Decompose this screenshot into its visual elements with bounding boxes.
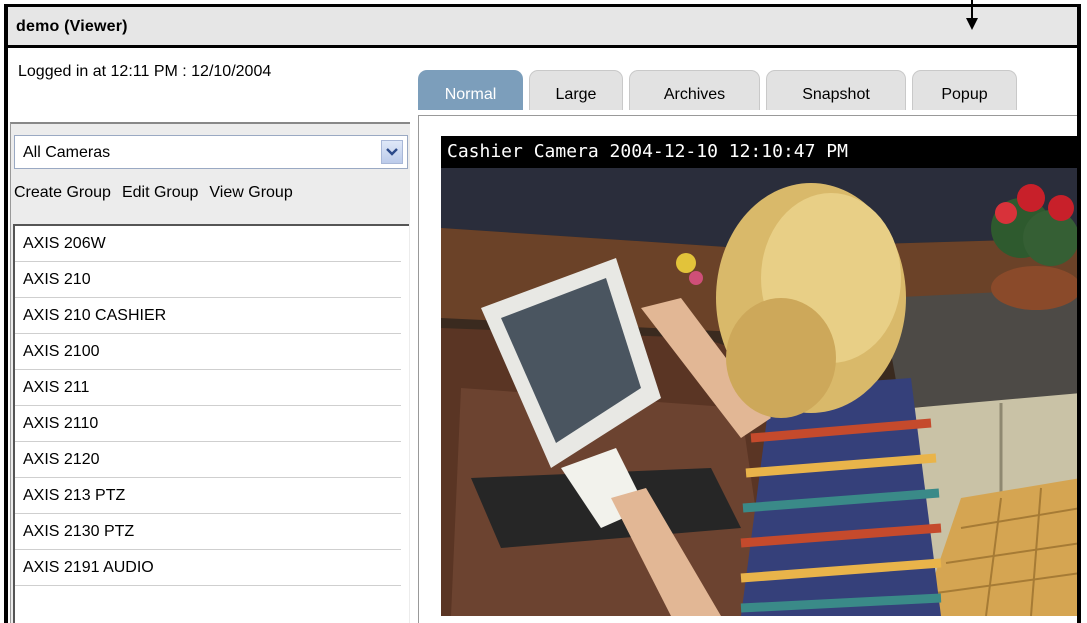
video-panel: Cashier Camera 2004-12-10 12:10:47 PM bbox=[418, 115, 1077, 623]
camera-list[interactable]: AXIS 206W AXIS 210 AXIS 210 CASHIER AXIS… bbox=[13, 224, 409, 623]
camera-list-item[interactable]: AXIS 206W bbox=[15, 226, 401, 262]
view-group-button[interactable]: View Group bbox=[209, 184, 292, 202]
camera-list-item[interactable]: AXIS 2120 bbox=[15, 442, 401, 478]
tab-large[interactable]: Large bbox=[529, 70, 623, 110]
camera-list-item[interactable]: AXIS 213 PTZ bbox=[15, 478, 401, 514]
camera-list-item[interactable]: AXIS 2130 PTZ bbox=[15, 514, 401, 550]
tab-archives[interactable]: Archives bbox=[629, 70, 760, 110]
create-group-button[interactable]: Create Group bbox=[14, 184, 111, 202]
tab-label: Large bbox=[555, 85, 597, 103]
view-tabs: Normal Large Archives Snapshot Popup bbox=[418, 68, 1023, 110]
tab-label: Archives bbox=[663, 85, 726, 103]
camera-group-select[interactable]: All Cameras bbox=[14, 135, 408, 169]
title-bar: demo (Viewer) bbox=[8, 7, 1077, 48]
camera-sidebar: All Cameras Create Group Edit Group View… bbox=[10, 122, 410, 623]
tab-label: Normal bbox=[444, 85, 497, 103]
cashier-scene-image bbox=[441, 168, 1077, 616]
tab-normal[interactable]: Normal bbox=[418, 70, 523, 110]
camera-list-item[interactable]: AXIS 2110 bbox=[15, 406, 401, 442]
chevron-down-icon[interactable] bbox=[381, 140, 403, 164]
tab-snapshot[interactable]: Snapshot bbox=[766, 70, 906, 110]
video-timestamp-overlay: Cashier Camera 2004-12-10 12:10:47 PM bbox=[441, 136, 1077, 168]
tab-label: Popup bbox=[941, 85, 988, 103]
logged-in-status: Logged in at 12:11 PM : 12/10/2004 bbox=[18, 63, 272, 80]
camera-list-item[interactable]: AXIS 2100 bbox=[15, 334, 401, 370]
camera-list-item[interactable]: AXIS 210 CASHIER bbox=[15, 298, 401, 334]
camera-video-feed[interactable]: Cashier Camera 2004-12-10 12:10:47 PM bbox=[441, 136, 1077, 616]
camera-list-item[interactable]: AXIS 211 bbox=[15, 370, 401, 406]
camera-list-item[interactable]: AXIS 210 bbox=[15, 262, 401, 298]
camera-list-item[interactable]: AXIS 2191 AUDIO bbox=[15, 550, 401, 586]
edit-group-button[interactable]: Edit Group bbox=[122, 184, 198, 202]
camera-group-select-value: All Cameras bbox=[23, 144, 111, 161]
tab-popup[interactable]: Popup bbox=[912, 70, 1017, 110]
arrow-down-icon bbox=[966, 0, 978, 30]
group-actions: Create Group Edit Group View Group bbox=[14, 184, 304, 202]
tab-label: Snapshot bbox=[802, 85, 870, 103]
viewer-window: demo (Viewer) Logged in at 12:11 PM : 12… bbox=[4, 4, 1081, 623]
window-title: demo (Viewer) bbox=[16, 18, 128, 35]
